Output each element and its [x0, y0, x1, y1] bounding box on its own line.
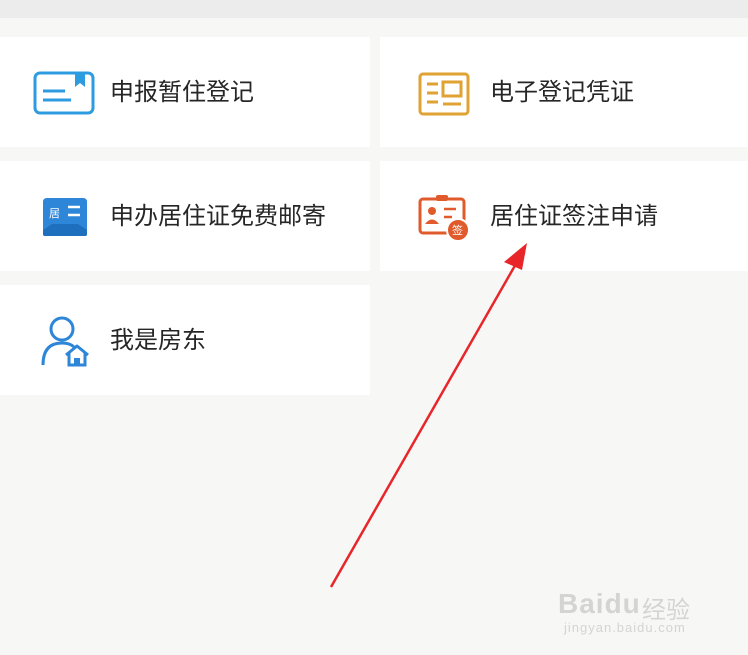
tile-label: 电子登记凭证 [490, 78, 634, 106]
tile-i-am-landlord[interactable]: 我是房东 [0, 285, 370, 395]
tile-temporary-residence-registration[interactable]: 申报暂住登记 [0, 37, 370, 147]
tile-residence-permit-endorsement[interactable]: 签 居住证签注申请 [380, 161, 748, 271]
paw-icon: du [604, 588, 641, 619]
watermark-url: jingyan.baidu.com [564, 620, 686, 635]
watermark-logo: Baidu [558, 588, 641, 619]
tile-label: 申办居住证免费邮寄 [110, 202, 326, 230]
tile-electronic-registration-certificate[interactable]: 电子登记凭证 [380, 37, 748, 147]
id-card-sign-icon: 签 [418, 195, 470, 242]
tile-label: 申报暂住登记 [110, 78, 254, 106]
baidu-jingyan-watermark: Baidu 经验 jingyan.baidu.com [558, 570, 718, 640]
residence-card-mail-icon: 居 [43, 198, 87, 236]
tile-residence-permit-free-mail[interactable]: 居 申办居住证免费邮寄 [0, 161, 370, 271]
envelope-bookmark-icon [33, 71, 95, 115]
top-strip [0, 0, 748, 18]
residence-glyph: 居 [49, 207, 60, 220]
tile-label: 居住证签注申请 [490, 202, 658, 230]
tile-label: 我是房东 [110, 326, 206, 354]
certificate-icon [418, 72, 470, 116]
landlord-icon [41, 316, 89, 367]
sign-glyph: 签 [452, 223, 463, 237]
